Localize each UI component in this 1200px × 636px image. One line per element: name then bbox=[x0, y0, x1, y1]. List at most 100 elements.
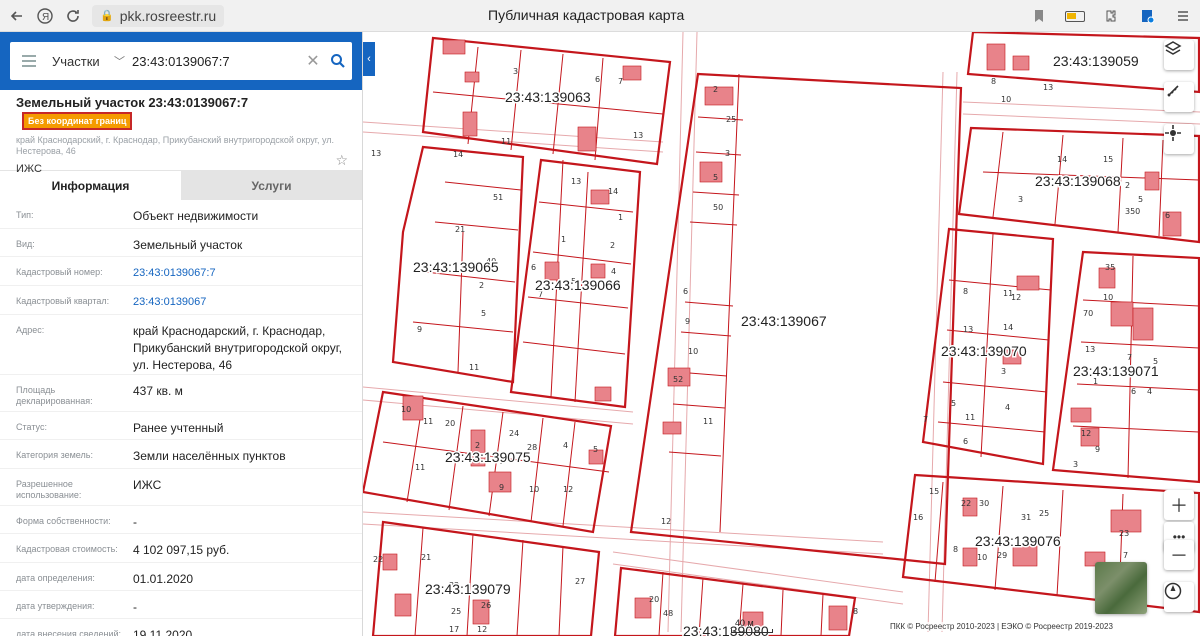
building bbox=[986, 43, 1006, 71]
search-button[interactable] bbox=[324, 53, 352, 69]
info-value-link[interactable]: 23:43:0139067 bbox=[133, 286, 352, 314]
parcel-boundary bbox=[695, 151, 742, 156]
cadastral-map[interactable]: 3 6 7 11 13 14 2 25 3 5 50 6 9 10 52 11 12 13 51 21 40 2 5 9 11 1… bbox=[363, 32, 1200, 636]
parcel-boundary bbox=[530, 417, 544, 523]
clear-icon[interactable]: ✕ bbox=[302, 51, 324, 71]
parcel-number: 14 bbox=[453, 150, 463, 159]
tab-information[interactable]: Информация bbox=[0, 171, 181, 200]
parcel-number: 7 bbox=[923, 415, 928, 424]
parcel-number: 9 bbox=[499, 483, 504, 492]
parcel-number: 10 bbox=[1001, 95, 1011, 104]
parcel-number: 13 bbox=[1043, 83, 1053, 92]
parcel-boundary bbox=[937, 421, 1046, 433]
svg-text:Я: Я bbox=[42, 12, 49, 23]
reload-icon[interactable] bbox=[62, 5, 84, 27]
profile-icon[interactable] bbox=[1136, 5, 1158, 27]
parcel-number: 10 bbox=[401, 405, 411, 414]
info-value: Земли населённых пунктов bbox=[133, 449, 286, 463]
block-label: 23:43:139075 bbox=[445, 449, 531, 465]
bookmark-icon[interactable] bbox=[1028, 5, 1050, 27]
building bbox=[699, 161, 723, 183]
parcel-number: 23 bbox=[1119, 529, 1129, 538]
parcel-number: 12 bbox=[477, 625, 487, 634]
parcel-number: 22 bbox=[373, 555, 383, 564]
locate-icon bbox=[1165, 125, 1181, 141]
building bbox=[577, 126, 597, 152]
building bbox=[962, 547, 978, 567]
parcel-number: 10 bbox=[529, 485, 539, 494]
parcel-number: 11 bbox=[501, 137, 511, 146]
chevron-down-icon[interactable]: ﹀ bbox=[114, 53, 132, 69]
parcel-number: 6 bbox=[1131, 387, 1136, 396]
ruler-button[interactable] bbox=[1164, 82, 1194, 112]
parcel-boundary bbox=[558, 545, 564, 636]
star-icon[interactable]: ☆ bbox=[335, 152, 348, 169]
block-label: 23:43:139065 bbox=[413, 259, 499, 275]
satellite-minimap[interactable] bbox=[1095, 562, 1147, 614]
search-input[interactable] bbox=[132, 53, 302, 69]
extension-icon[interactable] bbox=[1100, 5, 1122, 27]
collapse-panel-button[interactable]: ‹ bbox=[363, 42, 375, 76]
parcel-number: 3 bbox=[725, 149, 730, 158]
parcel-number: 350 bbox=[1125, 207, 1140, 216]
info-value: 01.01.2020 bbox=[133, 572, 194, 586]
locate-button[interactable] bbox=[1164, 124, 1194, 154]
hamburger-menu-icon[interactable] bbox=[10, 55, 48, 67]
search-type-select[interactable]: Участки bbox=[52, 54, 114, 69]
parcel-number: 4 bbox=[563, 441, 568, 450]
info-row: дата внесения сведений: 19.11.2020 bbox=[0, 619, 362, 636]
info-row: Разрешенное использование: ИЖС bbox=[0, 469, 362, 506]
parcel-number: 51 bbox=[493, 193, 503, 202]
parcel-number: 4 bbox=[611, 267, 616, 276]
building bbox=[442, 39, 466, 55]
info-value: - bbox=[133, 600, 137, 614]
parcel-number: 10 bbox=[977, 553, 987, 562]
info-row: Кадастровая стоимость: 4 102 097,15 руб. bbox=[0, 534, 362, 563]
building bbox=[394, 593, 412, 617]
info-value: ИЖС bbox=[133, 478, 162, 492]
zoom-in-button[interactable]: ＋ bbox=[1164, 490, 1194, 520]
parcel-number: 5 bbox=[713, 173, 718, 182]
building bbox=[1012, 55, 1030, 71]
layers-button[interactable] bbox=[1164, 40, 1194, 70]
parcel-number: 5 bbox=[481, 309, 486, 318]
menu-icon[interactable] bbox=[1172, 5, 1194, 27]
building bbox=[622, 65, 642, 81]
info-key: Категория земель: bbox=[16, 450, 93, 460]
info-row: дата утверждения: - bbox=[0, 591, 362, 619]
map-canvas[interactable]: 36 71113142253550691052111213512140259111… bbox=[363, 32, 1200, 636]
parcel-number: 6 bbox=[595, 75, 600, 84]
parcel-number: 16 bbox=[913, 513, 923, 522]
page-title: Публичная кадастровая карта bbox=[488, 7, 685, 23]
parcel-boundary bbox=[516, 539, 524, 636]
compass-icon bbox=[1164, 582, 1182, 600]
parcel-boundary bbox=[672, 403, 726, 409]
info-row: Кадастровый квартал: 23:43:0139067 bbox=[0, 286, 362, 315]
parcel-number: 5 bbox=[1138, 195, 1143, 204]
address-bar[interactable]: 🔒 pkk.rosreestr.ru bbox=[92, 4, 225, 27]
info-value-link[interactable]: 23:43:0139067:7 bbox=[133, 257, 352, 285]
block-label: 23:43:139066 bbox=[535, 277, 621, 293]
building bbox=[1110, 301, 1134, 327]
compass-button[interactable] bbox=[1164, 582, 1194, 612]
search-box: Участки ﹀ ✕ bbox=[10, 42, 352, 80]
zoom-out-button[interactable]: － bbox=[1164, 540, 1194, 570]
back-arrow-icon[interactable] bbox=[6, 5, 28, 27]
building bbox=[662, 421, 682, 435]
parcel-number: 52 bbox=[673, 375, 683, 384]
tab-services[interactable]: Услуги bbox=[181, 171, 362, 200]
info-row: Кадастровый номер: 23:43:0139067:7 bbox=[0, 257, 362, 286]
info-value: 19.11.2020 bbox=[133, 628, 193, 636]
block-label: 23:43:139067 bbox=[741, 313, 827, 329]
parcel-number: 6 bbox=[683, 287, 688, 296]
parcel-number: 8 bbox=[853, 607, 858, 616]
info-key: Тип: bbox=[16, 210, 34, 220]
info-value: Земельный участок bbox=[133, 238, 243, 252]
yandex-logo-icon[interactable]: Я bbox=[34, 5, 56, 27]
parcel-number: 29 bbox=[997, 551, 1007, 560]
parcel-boundary bbox=[522, 341, 626, 355]
parcel-number: 3 bbox=[1073, 460, 1078, 469]
parcel-number: 11 bbox=[415, 463, 425, 472]
parcel-number: 2 bbox=[610, 241, 615, 250]
info-key: дата определения: bbox=[16, 573, 95, 583]
